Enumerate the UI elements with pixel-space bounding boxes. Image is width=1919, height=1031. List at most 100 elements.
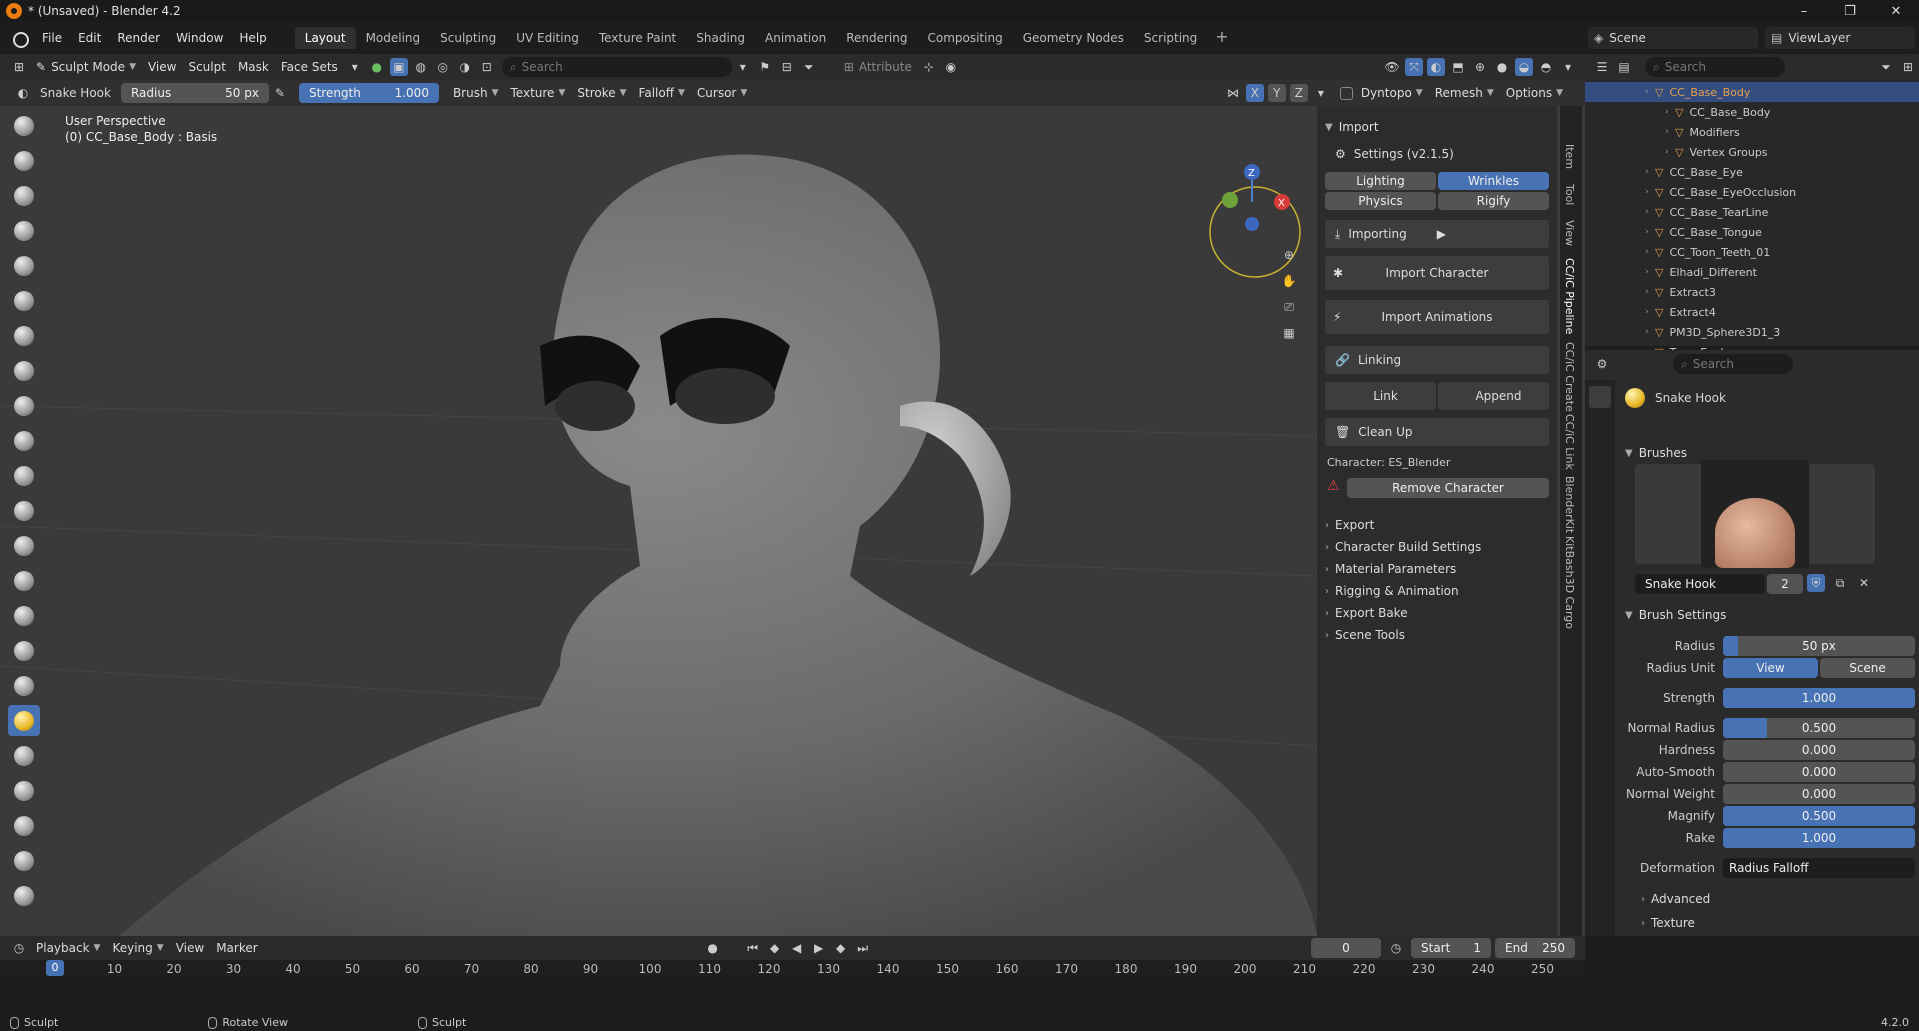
outliner-row[interactable]: › ▽ Vertex Groups (1585, 142, 1919, 162)
flatten-tool[interactable] (8, 460, 40, 491)
radius-unit-view[interactable]: View (1723, 658, 1818, 678)
export-section[interactable]: › Export (1325, 514, 1549, 536)
filter-icon[interactable]: ⏷ (1877, 58, 1895, 76)
end-frame-field[interactable]: End 250 (1495, 938, 1575, 958)
tab-kitbash-cargo[interactable]: KitBash3D Cargo (1563, 536, 1576, 629)
radius-field[interactable]: Radius 50 px (120, 83, 269, 103)
menu-sculpt[interactable]: Sculpt (182, 57, 231, 77)
physics-toggle[interactable]: Physics (1325, 192, 1436, 210)
menu-mask[interactable]: Mask (232, 57, 275, 77)
bookmark-icon[interactable]: ⚑ (756, 58, 774, 76)
play-icon[interactable]: ▶ (810, 939, 828, 957)
tab-scripting[interactable]: Scripting (1134, 27, 1207, 49)
menu-render[interactable]: Render (109, 28, 168, 48)
particles-tab-icon[interactable] (1589, 638, 1611, 660)
texture-tab-icon[interactable] (1589, 778, 1611, 800)
play-reverse-icon[interactable]: ◀ (788, 939, 806, 957)
scrape-tool[interactable] (8, 530, 40, 561)
outliner-row[interactable]: › ▽ CC_Base_Body (1585, 82, 1919, 102)
draw-brush-tool[interactable] (8, 110, 40, 141)
unlink-icon[interactable]: ✕ (1855, 574, 1873, 592)
rigging-animation-section[interactable]: › Rigging & Animation (1325, 580, 1549, 602)
expand-chevron-icon[interactable]: › (1645, 267, 1655, 277)
viewport-search[interactable]: ⌕ Search (501, 57, 732, 77)
visibility-icon[interactable]: 👁 (1383, 58, 1401, 76)
expand-chevron-icon[interactable]: › (1645, 207, 1655, 217)
smooth-tool[interactable] (8, 425, 40, 456)
xray-icon[interactable]: ⬒ (1449, 58, 1467, 76)
expand-chevron-icon[interactable]: › (1665, 127, 1675, 137)
remesh-menu[interactable]: Remesh ▼ (1429, 83, 1500, 103)
filter-icon[interactable]: ⏷ (800, 58, 818, 76)
clock-icon[interactable]: ◷ (1387, 939, 1405, 957)
axis-y-toggle[interactable]: Y (1267, 84, 1286, 102)
expand-chevron-icon[interactable]: › (1665, 147, 1675, 157)
new-collection-icon[interactable]: ⊞ (1899, 58, 1917, 76)
properties-search[interactable]: ⌕ Search (1673, 354, 1793, 374)
select-subtract-icon[interactable]: ◎ (434, 58, 452, 76)
radius-slider[interactable]: 50 px (1723, 636, 1915, 656)
pose-tool[interactable] (8, 775, 40, 806)
wrinkles-toggle[interactable]: Wrinkles (1438, 172, 1549, 190)
timeline-track[interactable] (0, 978, 1585, 1014)
link-button[interactable]: Link (1325, 382, 1436, 410)
outliner-row[interactable]: › ▽ CC_Toon_Teeth_01 (1585, 242, 1919, 262)
timeline-view-menu[interactable]: View (170, 938, 210, 958)
lighting-toggle[interactable]: Lighting (1325, 172, 1436, 190)
marker-menu[interactable]: Marker (210, 938, 263, 958)
outliner-search[interactable]: ⌕ Search (1645, 57, 1785, 77)
rendered-shading-icon[interactable]: ◓ (1537, 58, 1555, 76)
menu-file[interactable]: File (34, 28, 70, 48)
auto-smooth-slider[interactable]: 0.000 (1723, 762, 1915, 782)
fill-tool[interactable] (8, 495, 40, 526)
importing-row[interactable]: ⤓ Importing ▶ (1325, 220, 1549, 248)
symmetry-dropdown-icon[interactable]: ▾ (1312, 84, 1330, 102)
current-frame-field[interactable]: 0 (1311, 938, 1381, 958)
prev-keyframe-icon[interactable]: ◆ (766, 939, 784, 957)
scene-selector[interactable]: ◈ Scene (1588, 27, 1758, 49)
texture-menu[interactable]: Texture ▼ (505, 83, 572, 103)
rigify-toggle[interactable]: Rigify (1438, 192, 1549, 210)
expand-chevron-icon[interactable]: › (1645, 187, 1655, 197)
tab-geometry-nodes[interactable]: Geometry Nodes (1013, 27, 1134, 49)
fake-user-icon[interactable]: ⛨ (1807, 574, 1825, 592)
blob-tool[interactable] (8, 355, 40, 386)
zoom-icon[interactable]: ⊕ (1280, 246, 1298, 264)
axis-z-toggle[interactable]: Z (1289, 84, 1308, 102)
outliner-row[interactable]: › ▽ PM3D_Sphere3D1_3 (1585, 322, 1919, 342)
maximize-button[interactable]: ❐ (1827, 0, 1873, 22)
append-button[interactable]: Append (1438, 382, 1549, 410)
menu-view[interactable]: View (142, 57, 182, 77)
tab-uv-editing[interactable]: UV Editing (506, 27, 589, 49)
import-header[interactable]: ▼ Import (1325, 116, 1549, 138)
tab-modeling[interactable]: Modeling (356, 27, 431, 49)
jump-start-icon[interactable]: ⏮ (744, 939, 762, 957)
brush-settings-section[interactable]: ▼ Brush Settings (1625, 604, 1726, 626)
select-intersect-icon[interactable]: ⊡ (478, 58, 496, 76)
menu-edit[interactable]: Edit (70, 28, 109, 48)
outliner-editor-icon[interactable]: ☰ (1593, 58, 1611, 76)
color-sphere-icon[interactable]: ● (368, 58, 386, 76)
attribute-dropdown[interactable]: ⊞ Attribute (838, 57, 918, 77)
falloff-menu[interactable]: Falloff ▼ (633, 83, 691, 103)
symmetry-icon[interactable]: ⋈ (1224, 84, 1242, 102)
scene-tab-icon[interactable] (1589, 498, 1611, 520)
expand-chevron-icon[interactable]: › (1645, 167, 1655, 177)
axis-x-toggle[interactable]: X (1245, 84, 1264, 102)
tab-sculpting[interactable]: Sculpting (430, 27, 506, 49)
mode-selector[interactable]: ✎ Sculpt Mode ▼ (30, 57, 142, 77)
select-extend-icon[interactable]: ◍ (412, 58, 430, 76)
tab-cc-create[interactable]: CC/iC Create (1563, 342, 1576, 412)
export-bake-section[interactable]: › Export Bake (1325, 602, 1549, 624)
pinch-tool[interactable] (8, 600, 40, 631)
brush-datablock-name[interactable]: Snake Hook (1635, 574, 1765, 594)
material-shading-icon[interactable]: ◒ (1515, 58, 1533, 76)
menu-window[interactable]: Window (168, 28, 231, 48)
tab-blenderkit[interactable]: BlenderKit (1563, 476, 1576, 533)
output-tab-icon[interactable] (1589, 442, 1611, 464)
brushes-section[interactable]: ▼ Brushes (1625, 442, 1687, 464)
layer-tool[interactable] (8, 285, 40, 316)
tool-tab-icon[interactable] (1589, 386, 1611, 408)
blender-menu-icon[interactable] (10, 29, 29, 48)
editor-type-icon[interactable]: ⊞ (10, 58, 28, 76)
